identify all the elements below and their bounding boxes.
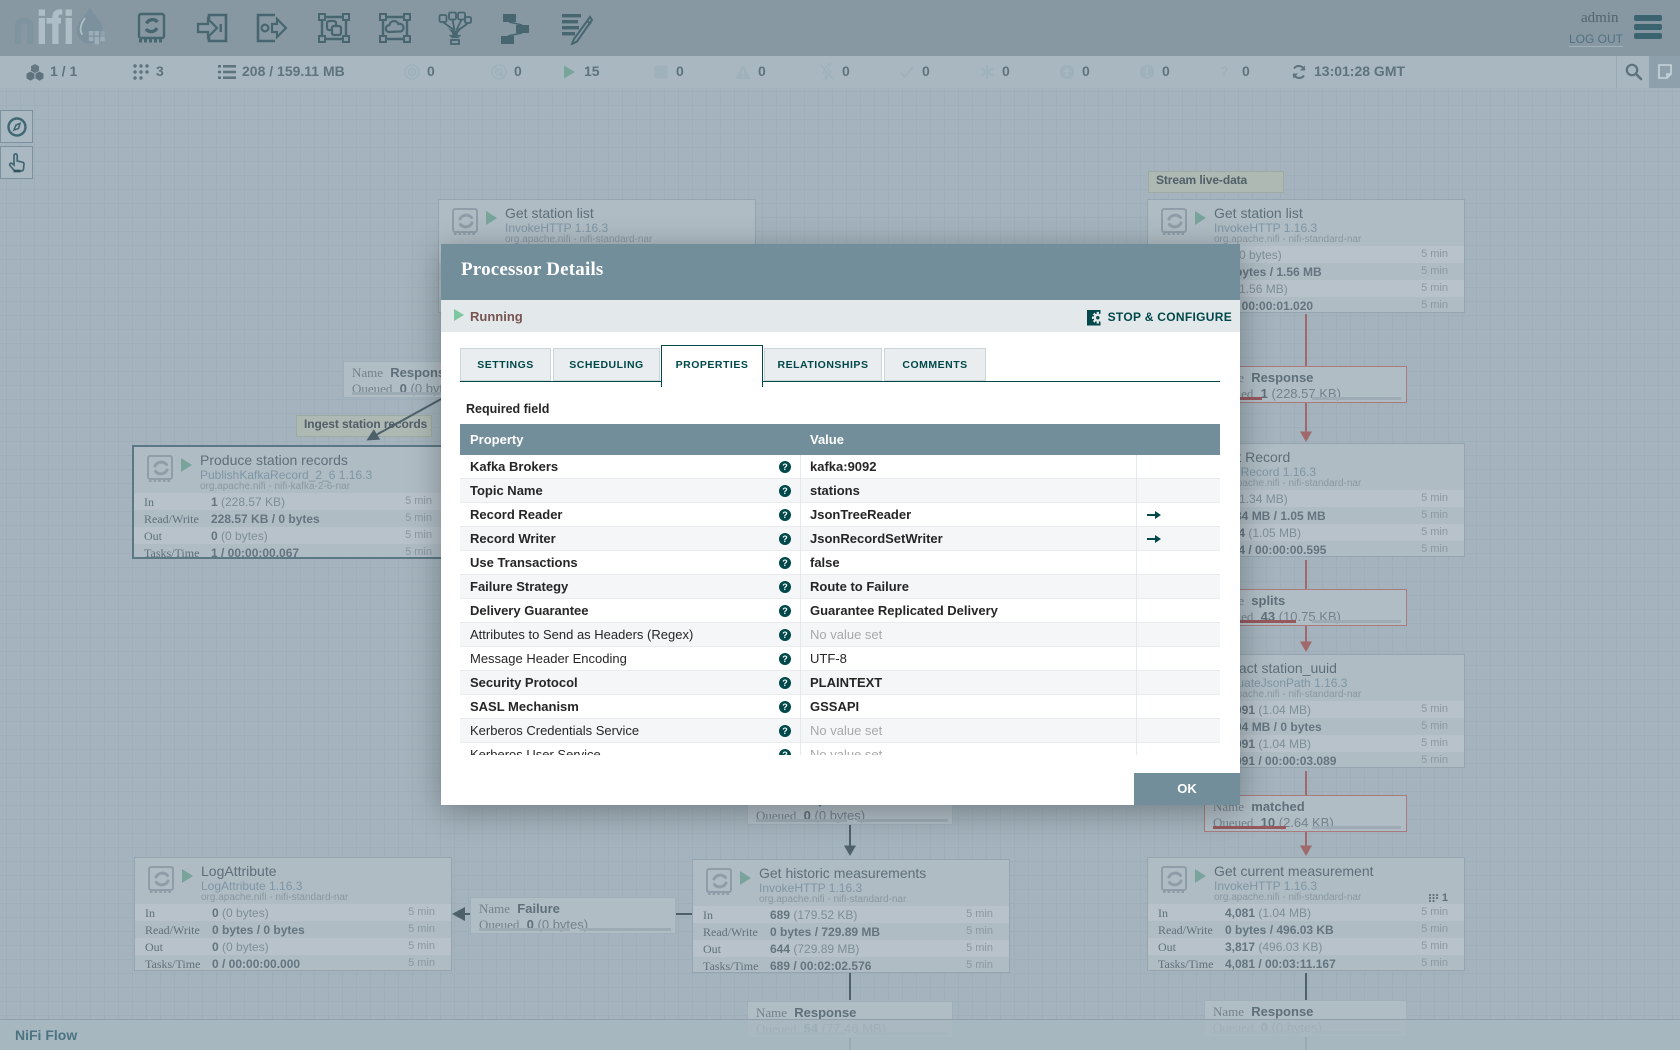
svg-text:?: ? [782,750,788,755]
svg-text:?: ? [782,462,788,472]
svg-text:?: ? [782,678,788,688]
svg-text:?: ? [782,630,788,640]
svg-text:?: ? [782,582,788,592]
svg-text:?: ? [782,558,788,568]
svg-text:?: ? [782,486,788,496]
svg-text:?: ? [782,534,788,544]
svg-text:?: ? [782,654,788,664]
svg-text:?: ? [782,726,788,736]
svg-text:?: ? [782,606,788,616]
svg-text:?: ? [782,510,788,520]
svg-text:?: ? [782,702,788,712]
